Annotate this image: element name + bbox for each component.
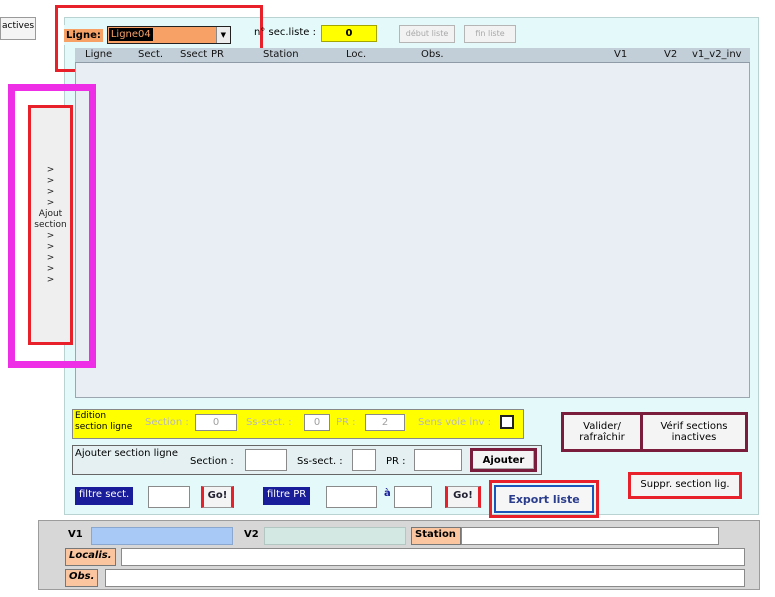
arrow-icon: > <box>46 263 55 274</box>
ajouter-button[interactable]: Ajouter <box>470 448 537 472</box>
col-sect[interactable]: Sect. <box>138 49 163 60</box>
localis-label: Localis. <box>65 548 116 566</box>
edition-ss-sect-field[interactable]: 0 <box>304 414 330 431</box>
fin-liste-button[interactable]: fin liste <box>464 25 516 43</box>
ligne-label: Ligne: <box>64 28 103 42</box>
arrow-icon: > <box>46 230 55 241</box>
edition-section-label: Section : <box>145 417 189 428</box>
ajout-section-button[interactable]: > > > > Ajout section > > > > > <box>28 105 73 345</box>
ajouter-pr-field[interactable] <box>414 449 462 471</box>
ligne-value: Ligne04 <box>108 28 153 41</box>
col-v1-v2-inv[interactable]: v1_v2_inv <box>692 49 742 60</box>
section-list[interactable] <box>75 63 750 398</box>
export-liste-button[interactable]: Export liste <box>494 485 594 513</box>
arrow-icon: > <box>46 274 55 285</box>
edition-pr-field[interactable]: 2 <box>365 414 405 431</box>
arrow-icon: > <box>46 186 55 197</box>
n-sec-value: 0 <box>321 25 377 42</box>
tab-actives[interactable]: actives <box>0 17 36 40</box>
chevron-down-icon[interactable]: ▼ <box>215 27 230 43</box>
localis-field[interactable] <box>121 548 745 566</box>
ajouter-section-panel: Ajouter section ligne Section : Ss-sect.… <box>72 445 542 475</box>
valider-rafraichir-button[interactable]: Valider/ rafraîchir <box>561 412 643 452</box>
obs-field[interactable] <box>105 569 745 587</box>
obs-label: Obs. <box>65 569 99 587</box>
col-pr[interactable]: PR <box>211 49 224 60</box>
filtre-pr-a-label: à <box>384 488 391 499</box>
arrow-icon: > <box>46 252 55 263</box>
suppr-section-button[interactable]: Suppr. section lig. <box>631 475 739 490</box>
ajouter-section-field[interactable] <box>245 449 287 471</box>
edition-title: Edition section ligne <box>75 411 133 432</box>
debut-liste-button[interactable]: début liste <box>399 25 455 43</box>
export-liste-frame: Export liste <box>489 480 599 518</box>
ajouter-pr-label: PR : <box>386 456 406 467</box>
col-v1[interactable]: V1 <box>614 49 627 60</box>
detail-panel: V1 V2 Station Localis. Obs. <box>38 520 760 590</box>
filtre-pr-go-button[interactable]: Go! <box>445 486 481 508</box>
filtre-sect-input[interactable] <box>148 486 190 508</box>
edition-pr-label: PR : <box>336 417 356 428</box>
arrow-icon: > <box>46 197 55 208</box>
section-label: section <box>34 219 67 230</box>
ajouter-ss-sect-field[interactable] <box>352 449 376 471</box>
ajout-label: Ajout <box>38 208 63 219</box>
arrow-icon: > <box>46 175 55 186</box>
col-v2[interactable]: V2 <box>664 49 677 60</box>
ligne-selector: Ligne: Ligne04 ▼ <box>64 25 246 45</box>
ajouter-ss-sect-label: Ss-sect. : <box>297 456 343 467</box>
v2-label: V2 <box>244 529 259 540</box>
ligne-dropdown[interactable]: Ligne04 ▼ <box>106 26 231 44</box>
col-ssect[interactable]: Ssect <box>180 49 207 60</box>
edition-section-panel: Edition section ligne Section : 0 Ss-sec… <box>72 409 524 439</box>
col-obs[interactable]: Obs. <box>421 49 444 60</box>
suppr-section-frame: Suppr. section lig. <box>628 472 742 499</box>
v1-label: V1 <box>68 529 83 540</box>
filtre-pr-to-input[interactable] <box>394 486 432 508</box>
filtre-pr-label: filtre PR <box>263 487 311 505</box>
station-field[interactable] <box>461 527 719 545</box>
filtre-sect-go-button[interactable]: Go! <box>201 486 234 508</box>
ajouter-title: Ajouter section ligne <box>75 448 179 459</box>
list-header: Ligne Sect. Ssect PR Station Loc. Obs. V… <box>75 48 750 63</box>
edition-section-field[interactable]: 0 <box>195 414 237 431</box>
verif-sections-inactives-button[interactable]: Vérif sections inactives <box>640 412 748 452</box>
v2-field[interactable] <box>264 527 406 545</box>
col-station[interactable]: Station <box>263 49 299 60</box>
station-label: Station <box>411 527 461 545</box>
arrow-icon: > <box>46 241 55 252</box>
col-ligne[interactable]: Ligne <box>85 49 112 60</box>
n-sec-label: n° sec.liste : <box>254 27 316 38</box>
edition-sens-label: Sens voie inv : <box>418 417 491 428</box>
arrow-icon: > <box>46 164 55 175</box>
filtre-pr-from-input[interactable] <box>326 486 377 508</box>
sens-voie-inv-checkbox[interactable] <box>500 415 514 429</box>
v1-field[interactable] <box>91 527 233 545</box>
col-loc[interactable]: Loc. <box>346 49 366 60</box>
ajouter-section-label: Section : <box>190 456 234 467</box>
filtre-sect-label: filtre sect. <box>75 487 134 505</box>
edition-ss-sect-label: Ss-sect. : <box>246 417 292 428</box>
